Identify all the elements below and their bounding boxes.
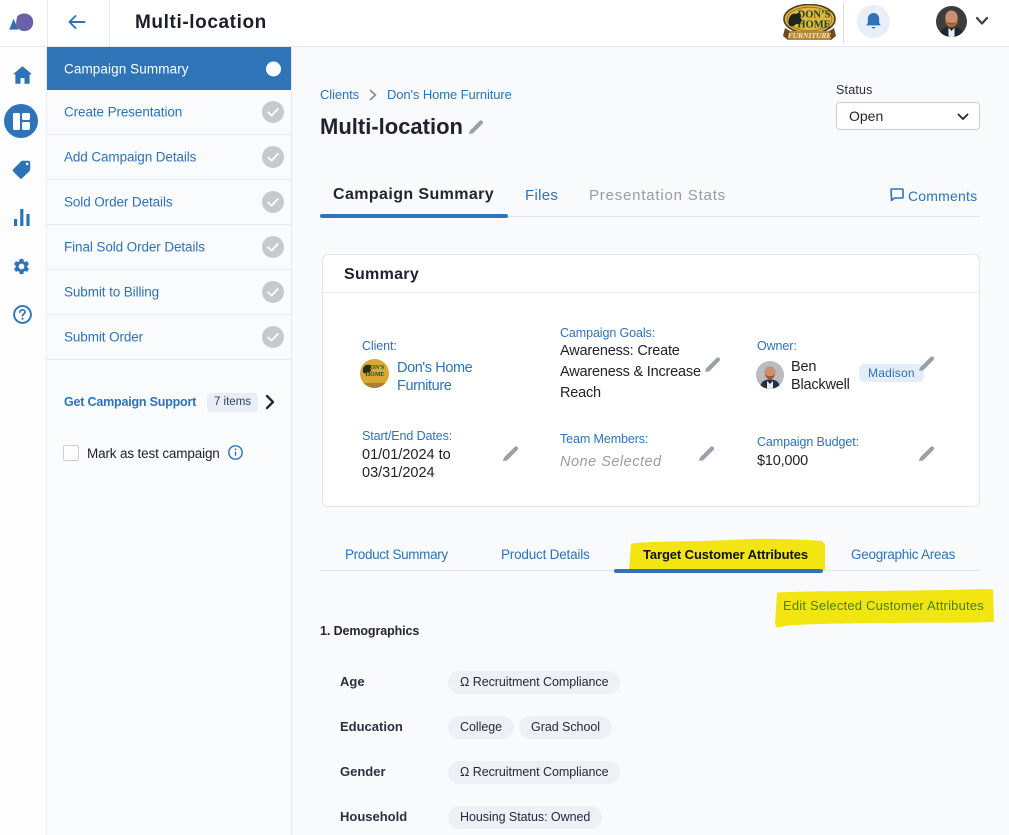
- svg-text:FURNITURE: FURNITURE: [788, 31, 832, 40]
- svg-text:HOME: HOME: [366, 372, 385, 378]
- svg-text:HOME: HOME: [797, 20, 830, 31]
